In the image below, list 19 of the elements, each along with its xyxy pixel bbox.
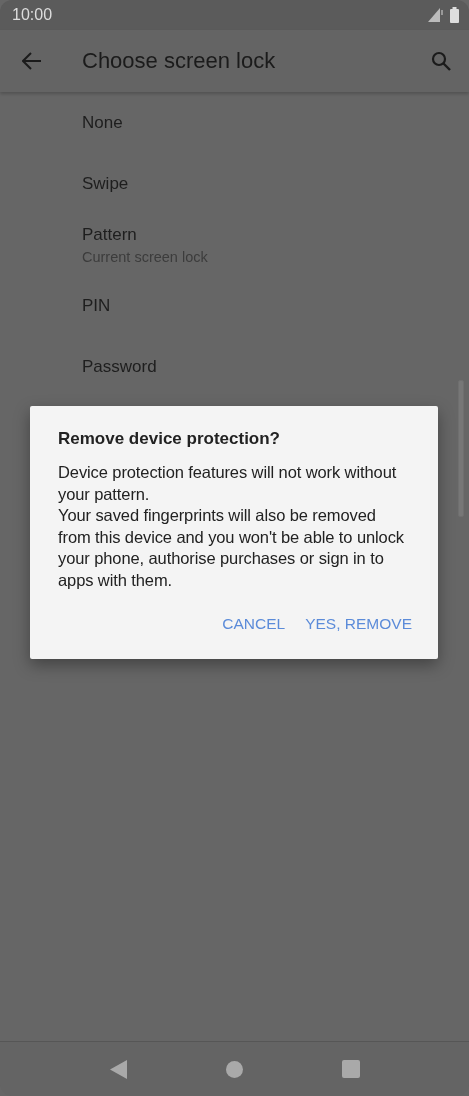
option-title[interactable]: PIN — [82, 295, 111, 316]
home-icon[interactable] — [225, 1060, 243, 1078]
status-time: 10:00 — [12, 6, 53, 24]
dialog-button[interactable]: CANCEL — [222, 611, 286, 637]
dialog-message: Your saved fingerprints will also be removed from this device and you won't be able to unlock your phone, authorise purchases or sign in to apps with them. — [58, 505, 405, 591]
option-title[interactable]: Pattern — [82, 224, 137, 245]
dialog-message: Device protection features will not work without your pattern. — [58, 462, 398, 505]
option-title[interactable]: Swipe — [82, 173, 129, 194]
back-icon[interactable] — [109, 1059, 127, 1079]
dialog-title: Remove device protection? — [58, 429, 281, 449]
screen-title: Choose screen lock — [82, 48, 277, 74]
signal-icon — [428, 8, 444, 22]
battery-icon — [450, 7, 459, 23]
option-title[interactable]: None — [82, 112, 123, 133]
dialog-button[interactable]: YES, REMOVE — [305, 611, 412, 637]
recents-icon[interactable] — [341, 1060, 360, 1078]
option-title[interactable]: Password — [82, 356, 157, 377]
back-arrow-icon[interactable] — [22, 52, 42, 70]
search-icon[interactable] — [431, 51, 451, 71]
